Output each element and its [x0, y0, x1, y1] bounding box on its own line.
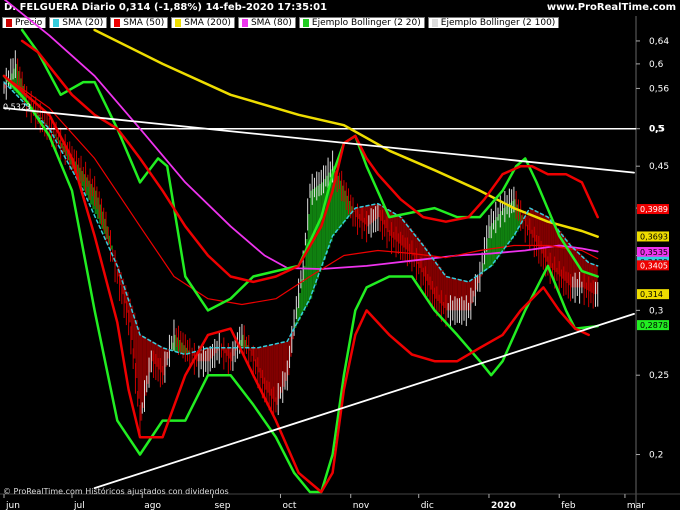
x-tick-label: jul — [73, 501, 85, 510]
x-tick-label: 2020 — [491, 501, 516, 510]
y-tick-label: 0,64 — [649, 37, 669, 47]
chart-window: D. FELGUERA Diario 0,314 (-1,88%) 14-feb… — [0, 0, 680, 510]
x-tick-label: oct — [282, 501, 296, 510]
x-tick-label: sep — [214, 501, 230, 510]
x-tick-label: jun — [5, 501, 20, 510]
price-tag-label: 0,3405 — [640, 261, 668, 270]
x-tick-label: feb — [561, 501, 576, 510]
y-tick-label: 0,25 — [649, 371, 669, 381]
x-tick-label: ago — [144, 501, 161, 510]
price-tag-label: 0,3989 — [640, 205, 668, 214]
y-tick-label: 0,3 — [649, 306, 663, 316]
x-tick-label: dic — [421, 501, 434, 510]
x-tick-label: nov — [353, 501, 370, 510]
level-line-label: 0,5 — [649, 125, 665, 135]
y-tick-label: 0,2 — [649, 451, 663, 461]
x-tick-label: mar — [627, 501, 645, 510]
copyright-notice: © ProRealTime.com Históricos ajustados c… — [3, 486, 229, 496]
price-tag-label: 0,2878 — [640, 321, 668, 330]
price-chart[interactable]: 0,20,250,30,350,40,450,50,560,60,64junju… — [0, 0, 680, 510]
y-tick-label: 0,56 — [649, 84, 669, 94]
y-tick-label: 0,45 — [649, 162, 669, 172]
y-tick-label: 0,6 — [649, 60, 664, 70]
level-marker-label: 0,5323 — [3, 102, 31, 111]
price-tag-label: 0,3535 — [640, 248, 668, 257]
band-fill — [137, 327, 140, 399]
price-tag-label: 0,314 — [640, 290, 663, 299]
price-tag-label: 0,3693 — [640, 232, 668, 241]
